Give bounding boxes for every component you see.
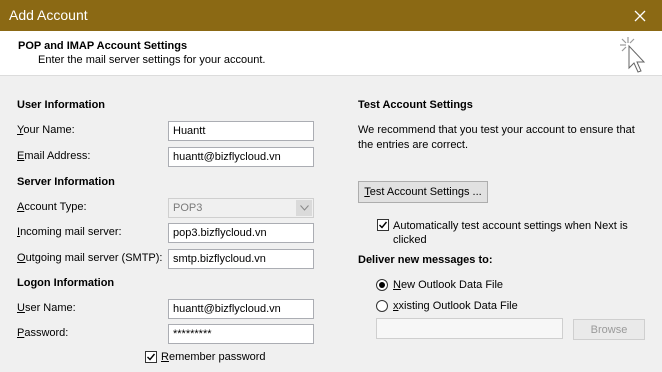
test-account-settings-label: Test Account Settings ... — [364, 186, 482, 198]
incoming-server-label: Incoming mail server: — [17, 226, 122, 238]
test-settings-heading: Test Account Settings — [358, 99, 473, 111]
incoming-server-input[interactable]: pop3.bizflycloud.vn — [168, 223, 314, 243]
outgoing-server-input[interactable]: smtp.bizflycloud.vn — [168, 249, 314, 269]
password-label: Password: — [17, 327, 69, 339]
account-type-value: POP3 — [173, 202, 203, 214]
header-title: POP and IMAP Account Settings — [18, 40, 188, 52]
email-address-input[interactable]: huantt@bizflycloud.vn — [168, 147, 314, 167]
outgoing-server-label: Outgoing mail server (SMTP): — [17, 252, 163, 264]
header-panel: POP and IMAP Account Settings Enter the … — [0, 31, 662, 76]
auto-test-checkbox[interactable] — [377, 219, 389, 231]
username-input[interactable]: huantt@bizflycloud.vn — [168, 299, 314, 319]
existing-data-file-radio[interactable]: xxisting Outlook Data File — [376, 300, 518, 312]
close-button[interactable] — [618, 0, 662, 31]
dropdown-arrow-icon — [296, 200, 312, 216]
email-address-label: Email Address: — [17, 150, 91, 162]
existing-data-file-path-input[interactable] — [376, 318, 563, 339]
test-settings-description: We recommend that you test your account … — [358, 124, 635, 151]
your-name-label: Your Name: — [17, 124, 75, 136]
checkmark-icon — [377, 219, 389, 231]
your-name-input[interactable]: Huantt — [168, 121, 314, 141]
logon-information-heading: Logon Information — [17, 277, 115, 289]
checkmark-icon — [145, 351, 157, 363]
window-title: Add Account — [9, 7, 88, 23]
radio-selected-icon — [376, 279, 388, 291]
user-information-heading: User Information — [17, 99, 106, 111]
server-information-heading: Server Information — [17, 176, 115, 188]
remember-password-label: Remember password — [161, 351, 266, 363]
username-label: User Name: — [17, 302, 76, 314]
browse-button[interactable]: Browse — [573, 319, 645, 340]
new-data-file-radio[interactable]: New Outlook Data File — [376, 279, 503, 291]
click-cursor-icon — [620, 37, 646, 73]
title-bar: Add Account — [0, 0, 662, 31]
remember-password-checkbox[interactable]: Remember password — [145, 351, 266, 363]
existing-data-file-label: xxisting Outlook Data File — [393, 300, 518, 312]
auto-test-label: Automatically test account settings when… — [393, 220, 628, 246]
account-type-label: Account Type: — [17, 201, 87, 213]
close-icon — [634, 10, 646, 21]
header-subtitle: Enter the mail server settings for your … — [38, 54, 266, 66]
radio-unselected-icon — [376, 300, 388, 312]
new-data-file-label: New Outlook Data File — [393, 279, 504, 291]
password-input[interactable]: ********* — [168, 324, 314, 344]
deliver-heading: Deliver new messages to: — [358, 254, 493, 266]
test-account-settings-button[interactable]: Test Account Settings ... — [358, 181, 488, 203]
account-type-select[interactable]: POP3 — [168, 198, 314, 218]
